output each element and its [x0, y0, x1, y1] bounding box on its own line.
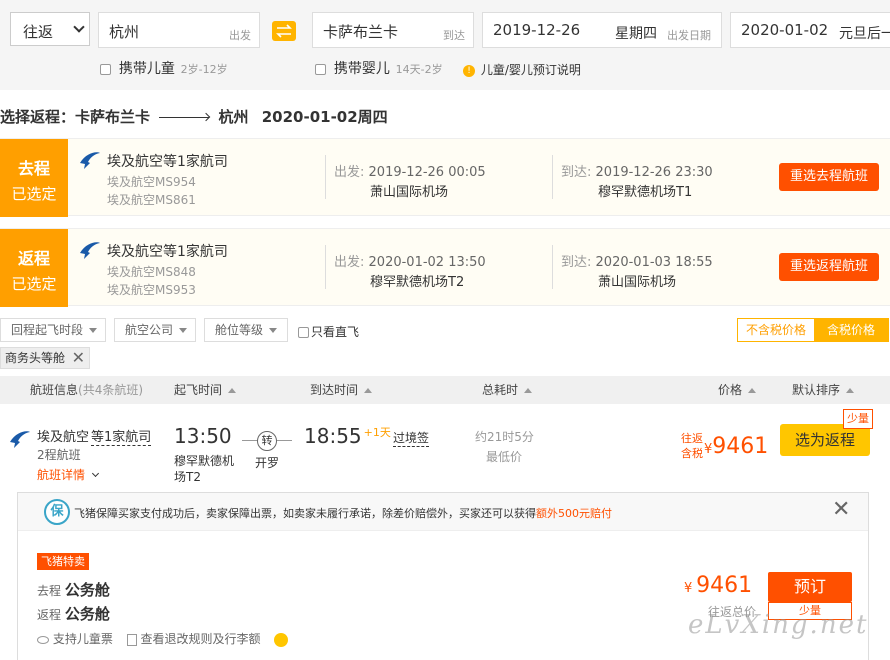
- divider: [552, 245, 553, 289]
- sort-depart[interactable]: 起飞时间: [174, 376, 237, 404]
- chevron-down-icon: [73, 21, 85, 33]
- shield-icon: 保: [44, 499, 70, 525]
- swap-icon: [276, 24, 292, 38]
- rules-link[interactable]: 查看退改规则及行李额: [141, 632, 261, 646]
- child-checkbox[interactable]: [100, 64, 111, 75]
- sort-default[interactable]: 默认排序: [792, 376, 855, 404]
- to-city-input[interactable]: 卡萨布兰卡 到达: [312, 12, 474, 48]
- document-icon: [126, 633, 137, 646]
- child-checkbox-row[interactable]: 携带儿童 2岁-12岁: [100, 58, 228, 78]
- sort-arrive[interactable]: 到达时间: [310, 376, 373, 404]
- watermark: eLvXing.net: [688, 610, 869, 640]
- transfer-icon: 转: [257, 431, 277, 451]
- arrow-right-icon: [159, 112, 211, 122]
- coin-icon: [274, 632, 289, 647]
- visa-link[interactable]: 过境签: [393, 429, 430, 447]
- caret-down-icon: [269, 328, 278, 333]
- table-row: 埃及航空 等1家航司 2程航班 航班详情 13:50 穆罕默德机 场T2 转 开罗…: [0, 404, 890, 492]
- swap-cities-button[interactable]: [272, 21, 296, 41]
- divider: [325, 155, 326, 199]
- flight-details-link[interactable]: 航班详情: [37, 466, 100, 483]
- selected-return-card: 返程 已选定 埃及航空等1家航司 埃及航空MS848 埃及航空MS953 出发:…: [0, 228, 890, 307]
- eye-icon: [37, 635, 49, 644]
- booking-note-link[interactable]: ! 儿童/婴儿预订说明: [463, 61, 581, 78]
- price-incl-tax-tab[interactable]: 含税价格: [814, 319, 888, 341]
- sort-duration[interactable]: 总耗时: [482, 376, 533, 404]
- depart-date-input[interactable]: 2019-12-26 星期四 出发日期: [482, 12, 722, 48]
- sort-icon: [846, 388, 855, 393]
- from-city-input[interactable]: 杭州 出发: [98, 12, 260, 48]
- trip-type-value: 往返: [23, 23, 54, 41]
- direct-only-checkbox[interactable]: [298, 327, 309, 338]
- divider: [325, 245, 326, 289]
- selected-outbound-card: 去程 已选定 埃及航空等1家航司 埃及航空MS954 埃及航空MS861 出发:…: [0, 138, 890, 217]
- selected-tag: 返程 已选定: [0, 229, 68, 307]
- filter-return-time[interactable]: 回程起飞时段: [0, 318, 106, 342]
- sort-icon: [524, 388, 533, 393]
- direct-only-checkbox-row[interactable]: 只看直飞: [298, 323, 359, 340]
- airline-logo-icon: [10, 431, 30, 448]
- close-icon[interactable]: ✕: [832, 497, 850, 522]
- price-toggle: 不含税价格 含税价格: [737, 318, 889, 342]
- active-filter-tag[interactable]: 商务头等舱 ✕: [0, 347, 90, 369]
- close-icon[interactable]: ✕: [72, 348, 85, 368]
- infant-checkbox[interactable]: [315, 64, 326, 75]
- sale-badge: 飞猪特卖: [37, 553, 89, 570]
- page-title: 选择返程：卡萨布兰卡 杭州 2020-01-02周四: [0, 108, 388, 126]
- chevron-down-icon: [91, 469, 100, 478]
- return-date-input[interactable]: 2020-01-02 元旦后一: [730, 12, 890, 48]
- trip-type-select[interactable]: 往返: [10, 12, 90, 46]
- book-button[interactable]: 预订: [768, 572, 852, 602]
- filter-airline[interactable]: 航空公司: [114, 318, 196, 342]
- price-excl-tax-tab[interactable]: 不含税价格: [738, 319, 814, 341]
- scarcity-badge: 少量: [843, 409, 873, 429]
- selected-tag: 去程 已选定: [0, 139, 68, 217]
- airline-logo-icon: [80, 152, 100, 169]
- sort-price[interactable]: 价格: [718, 376, 757, 404]
- sort-icon: [364, 388, 373, 393]
- rechoose-outbound-button[interactable]: 重选去程航班: [779, 163, 879, 191]
- divider: [552, 155, 553, 199]
- guarantee-bar: 保 飞猪保障买家支付成功后，卖家保障出票，如卖家未履行承诺，除差价赔偿外，买家还…: [18, 493, 868, 531]
- airline-logo-icon: [80, 242, 100, 259]
- sort-icon: [228, 388, 237, 393]
- infant-checkbox-row[interactable]: 携带婴儿 14天-2岁: [315, 58, 443, 78]
- filter-cabin[interactable]: 舱位等级: [204, 318, 288, 342]
- info-icon: !: [463, 64, 475, 77]
- rechoose-return-button[interactable]: 重选返程航班: [779, 253, 879, 281]
- caret-down-icon: [179, 328, 188, 333]
- sort-icon: [748, 388, 757, 393]
- caret-down-icon: [89, 328, 98, 333]
- table-header: 航班信息(共4条航班) 起飞时间 到达时间 总耗时 价格 默认排序: [0, 376, 890, 404]
